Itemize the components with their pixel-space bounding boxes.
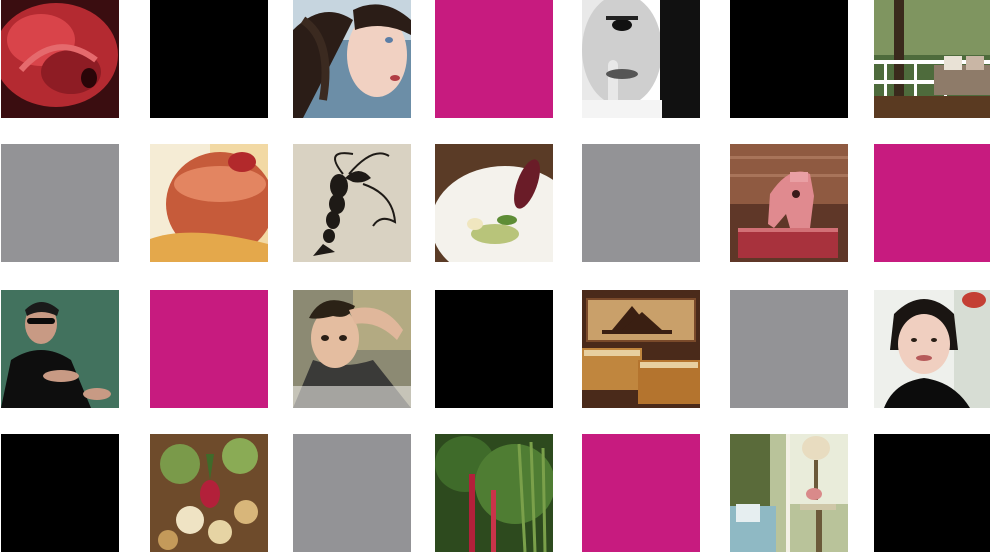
- image-grid: [0, 0, 990, 560]
- photo-tile-glass-of-red-drink[interactable]: [150, 144, 268, 262]
- color-block-magenta[interactable]: [582, 434, 700, 552]
- color-block-magenta[interactable]: [435, 0, 553, 118]
- color-block-magenta[interactable]: [150, 290, 268, 408]
- color-block-black[interactable]: [730, 0, 848, 118]
- color-block-black[interactable]: [1, 434, 119, 552]
- photo-tile-man-finger-on-lips[interactable]: [582, 0, 700, 118]
- photo-tile-man-in-sunglasses-black-suit[interactable]: [1, 290, 119, 408]
- photo-tile-pink-toy-horse-on-books[interactable]: [730, 144, 848, 262]
- color-block-black[interactable]: [435, 290, 553, 408]
- photo-tile-sunroom-with-lamp[interactable]: [730, 434, 848, 552]
- color-block-gray[interactable]: [730, 290, 848, 408]
- photo-tile-plated-dish[interactable]: [435, 144, 553, 262]
- photo-tile-woman-dark-hair[interactable]: [874, 290, 990, 408]
- color-block-gray[interactable]: [582, 144, 700, 262]
- color-block-magenta[interactable]: [874, 144, 990, 262]
- photo-tile-lobster-illustration[interactable]: [293, 144, 411, 262]
- photo-tile-porch-with-pillows[interactable]: [874, 0, 990, 118]
- color-block-black[interactable]: [874, 434, 990, 552]
- photo-tile-man-hand-in-hair[interactable]: [293, 290, 411, 408]
- color-block-gray[interactable]: [293, 434, 411, 552]
- photo-tile-girl-hair-windblown[interactable]: [293, 0, 411, 118]
- color-block-gray[interactable]: [1, 144, 119, 262]
- photo-tile-swiss-chard-greens[interactable]: [435, 434, 553, 552]
- photo-tile-salad-with-radish[interactable]: [150, 434, 268, 552]
- photo-tile-vintage-tins-ship[interactable]: [582, 290, 700, 408]
- photo-tile-red-rose[interactable]: [1, 0, 119, 118]
- color-block-black[interactable]: [150, 0, 268, 118]
